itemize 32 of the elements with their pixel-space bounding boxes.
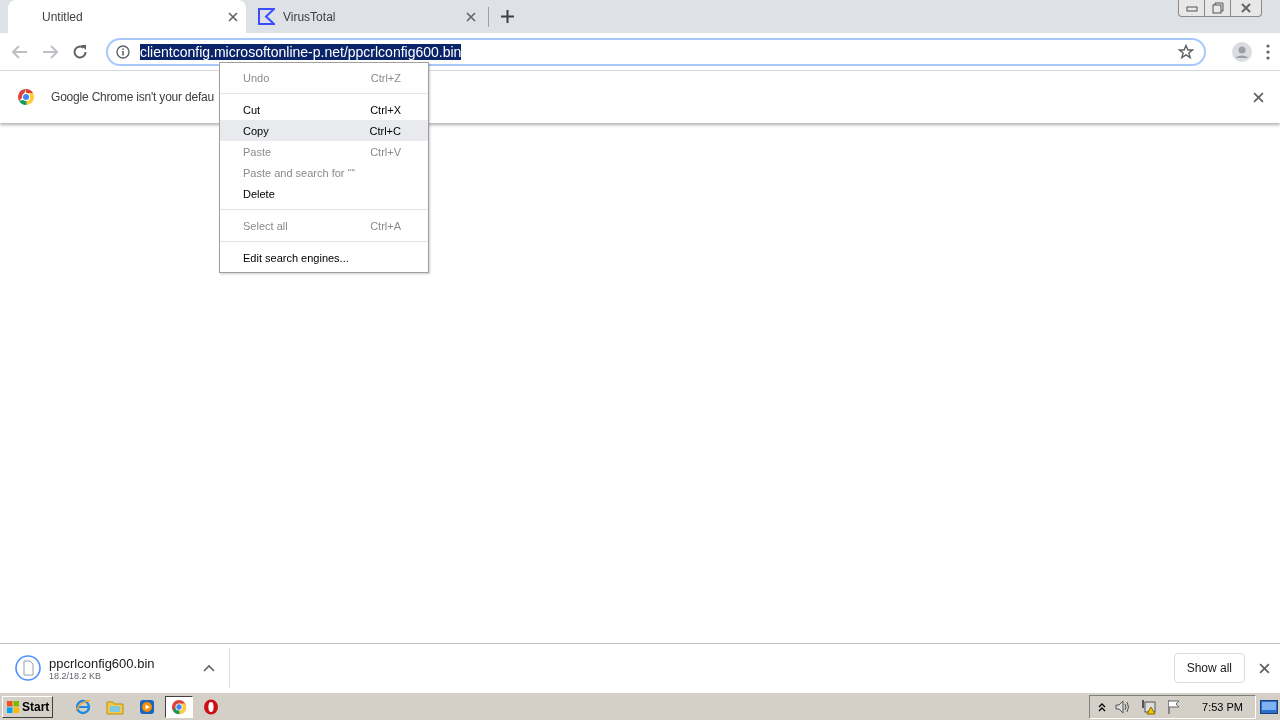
windows-logo-icon <box>6 699 20 714</box>
url-text: clientconfig.microsoftonline-p.net/ppcrlconfig600.bin <box>140 43 462 60</box>
show-desktop-icon[interactable] <box>1260 699 1278 714</box>
caret-icon[interactable] <box>203 664 215 672</box>
clock[interactable]: 7:53 PM <box>1202 700 1243 713</box>
star-icon[interactable] <box>1178 43 1194 60</box>
chrome-logo-icon <box>17 88 35 106</box>
menu-item[interactable]: Edit search engines... <box>220 247 428 268</box>
close-icon[interactable] <box>1253 91 1264 103</box>
chrome-logo-icon[interactable] <box>165 695 194 718</box>
close-icon[interactable] <box>466 11 476 22</box>
chevron-up-icon[interactable] <box>1098 701 1107 712</box>
close-icon[interactable] <box>1259 662 1270 674</box>
network-warning-icon[interactable] <box>1140 698 1159 715</box>
new-tab-icon[interactable] <box>501 10 514 23</box>
menu-item[interactable]: Cut Ctrl+X <box>220 99 428 120</box>
show-all-button[interactable]: Show all <box>1173 653 1245 683</box>
menu-icon[interactable] <box>1266 43 1270 60</box>
start-button[interactable]: Start <box>2 695 54 718</box>
file-icon[interactable] <box>15 655 41 681</box>
info-icon[interactable] <box>116 44 130 59</box>
browser-tab[interactable]: Untitled <box>8 0 246 33</box>
close-icon[interactable] <box>228 11 238 22</box>
download-size: 18.2/18.2 KB <box>49 670 102 681</box>
download-filename[interactable]: ppcrlconfig600.bin <box>49 655 195 671</box>
infobar-message: Google Chrome isn't your defau <box>51 90 215 104</box>
reload-icon[interactable] <box>72 43 88 60</box>
profile-avatar-icon[interactable] <box>1232 41 1252 62</box>
menu-item[interactable]: Copy Ctrl+C <box>220 120 428 141</box>
menu-item[interactable]: Delete <box>220 183 428 204</box>
browser-tab[interactable]: VirusTotal <box>246 0 484 33</box>
sigma-icon <box>258 8 275 25</box>
